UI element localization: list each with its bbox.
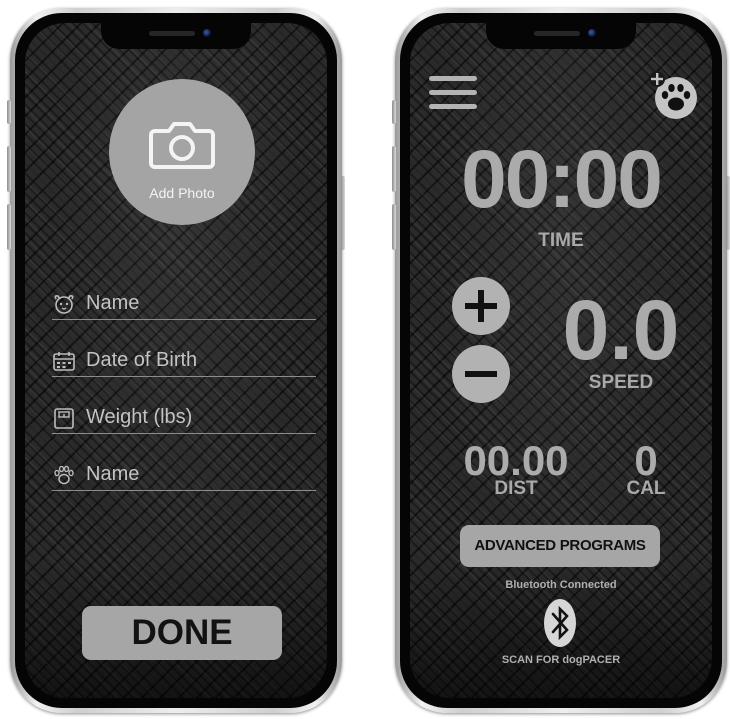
distance-label: DIST (494, 478, 538, 499)
bluetooth-status: Bluetooth Connected (505, 579, 617, 591)
weight-field[interactable]: Weight (lbs) (52, 403, 316, 434)
volume-up-button (7, 146, 11, 192)
phone-right: 00:00 TIME 0.0 SPEED 00.00 DIST 0 CAL AD… (392, 8, 730, 713)
time-display: 00:00 (461, 134, 663, 225)
dog-face-icon (54, 295, 74, 314)
silent-switch (392, 100, 396, 124)
paw-print-icon (54, 465, 74, 485)
power-button (341, 176, 345, 250)
breed-name-field-label: Name (86, 463, 140, 485)
speed-label: SPEED (588, 372, 654, 393)
mockup-stage: Add Photo Name Date of Birth Weight (lbs… (0, 0, 730, 719)
speed-increase-button[interactable] (452, 277, 510, 335)
scale-icon (54, 408, 74, 429)
add-photo-label: Add Photo (149, 185, 215, 201)
advanced-programs-button[interactable]: ADVANCED PROGRAMS (460, 525, 660, 567)
plus-icon-vertical (478, 290, 484, 322)
speaker-grille (149, 31, 195, 36)
calendar-icon (53, 352, 75, 371)
calories-display: 0 (634, 437, 658, 484)
distance-display: 00.00 (463, 437, 569, 484)
profile-screen: Add Photo Name Date of Birth Weight (lbs… (25, 23, 327, 698)
front-camera (203, 29, 211, 37)
volume-up-button (392, 146, 396, 192)
phone-left: Add Photo Name Date of Birth Weight (lbs… (7, 8, 345, 713)
date-of-birth-label: Date of Birth (86, 349, 198, 371)
name-field-label: Name (86, 292, 140, 314)
add-photo-button[interactable]: Add Photo (109, 79, 255, 225)
speed-display: 0.0 (562, 283, 680, 377)
speed-decrease-button[interactable] (452, 345, 510, 403)
notch (101, 23, 251, 49)
weight-field-label: Weight (lbs) (86, 406, 193, 428)
power-button (726, 176, 730, 250)
volume-down-button (7, 204, 11, 250)
treadmill-screen: 00:00 TIME 0.0 SPEED 00.00 DIST 0 CAL AD… (410, 23, 712, 698)
time-label: TIME (538, 230, 584, 251)
date-of-birth-field[interactable]: Date of Birth (52, 346, 316, 377)
breed-name-field[interactable]: Name (52, 460, 316, 491)
minus-icon (465, 371, 497, 377)
front-camera (588, 29, 596, 37)
bezel: 00:00 TIME 0.0 SPEED 00.00 DIST 0 CAL AD… (400, 13, 722, 708)
name-field[interactable]: Name (52, 289, 316, 320)
done-button[interactable]: DONE (82, 606, 282, 660)
camera-icon (149, 122, 215, 169)
speaker-grille (534, 31, 580, 36)
calories-label: CAL (626, 478, 666, 499)
bluetooth-icon[interactable] (543, 598, 577, 648)
notch (486, 23, 636, 49)
scan-for-device-button[interactable]: SCAN FOR dogPACER (410, 654, 712, 666)
bezel: Add Photo Name Date of Birth Weight (lbs… (15, 13, 337, 708)
silent-switch (7, 100, 11, 124)
volume-down-button (392, 204, 396, 250)
add-dog-paw-icon[interactable] (647, 69, 699, 121)
hamburger-menu-icon[interactable] (429, 76, 477, 110)
